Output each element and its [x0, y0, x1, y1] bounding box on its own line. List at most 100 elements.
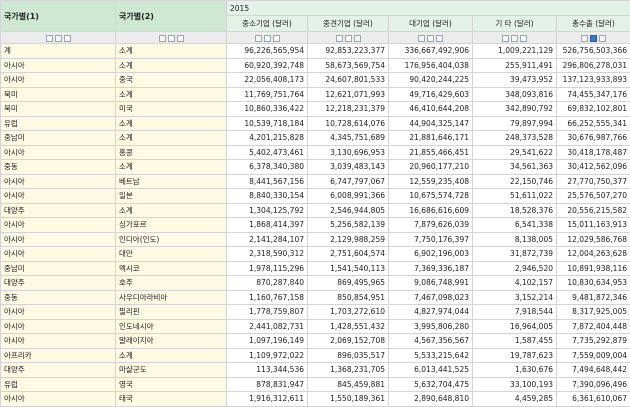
large-value-cell: 7,369,336,187 [389, 261, 473, 276]
sort-desc-icon[interactable] [427, 35, 434, 42]
large-value-cell: 5,533,215,642 [389, 348, 473, 363]
filter-icon[interactable] [520, 35, 527, 42]
sme-value-cell: 5,402,473,461 [227, 145, 308, 160]
midsize-value-cell: 1,428,551,432 [308, 319, 389, 334]
midsize-value-cell: 2,546,944,805 [308, 203, 389, 218]
header-year: 2015 [227, 1, 630, 16]
sort-desc-active-icon[interactable] [590, 35, 597, 42]
table-row: 아시아대만2,318,590,3122,751,604,5746,902,196… [1, 247, 630, 262]
table-row: 아시아인디아(인도)2,141,284,1072,129,988,2597,75… [1, 232, 630, 247]
large-value-cell: 21,855,466,451 [389, 145, 473, 160]
sme-value-cell: 1,868,414,397 [227, 218, 308, 233]
total-value-cell: 8,317,925,005 [557, 305, 630, 320]
sme-value-cell: 10,539,718,184 [227, 116, 308, 131]
sort-asc-icon[interactable] [46, 35, 53, 42]
header-large: 대기업 (달러) [389, 16, 473, 32]
midsize-value-cell: 92,853,223,377 [308, 44, 389, 59]
region-cell: 유럽 [1, 116, 116, 131]
filter-icon[interactable] [177, 35, 184, 42]
total-value-cell: 7,390,096,496 [557, 377, 630, 392]
country-cell: 필리핀 [116, 305, 227, 320]
sort-desc-icon[interactable] [511, 35, 518, 42]
filter-icon[interactable] [354, 35, 361, 42]
other-value-cell: 34,561,363 [473, 160, 557, 175]
table-row: 아시아일본8,840,330,1546,008,991,36610,675,57… [1, 189, 630, 204]
region-cell: 아시아 [1, 145, 116, 160]
filter-icon[interactable] [273, 35, 280, 42]
sme-value-cell: 1,109,972,022 [227, 348, 308, 363]
country-cell: 소계 [116, 160, 227, 175]
sme-value-cell: 11,769,751,764 [227, 87, 308, 102]
total-value-cell: 12,029,586,768 [557, 232, 630, 247]
filter-icon[interactable] [64, 35, 71, 42]
large-value-cell: 21,881,646,171 [389, 131, 473, 146]
sort-asc-icon[interactable] [255, 35, 262, 42]
large-value-cell: 90,420,244,225 [389, 73, 473, 88]
country-cell: 소계 [116, 116, 227, 131]
total-value-cell: 20,556,215,582 [557, 203, 630, 218]
table-row: 아시아소계60,920,392,74858,673,569,754176,956… [1, 58, 630, 73]
sort-asc-icon[interactable] [418, 35, 425, 42]
region-cell: 아시아 [1, 174, 116, 189]
region-cell: 중동 [1, 290, 116, 305]
total-value-cell: 7,494,648,442 [557, 363, 630, 378]
sort-asc-icon[interactable] [581, 35, 588, 42]
total-value-cell: 296,806,278,031 [557, 58, 630, 73]
sort-desc-icon[interactable] [264, 35, 271, 42]
large-value-cell: 12,559,235,408 [389, 174, 473, 189]
sort-desc-icon[interactable] [345, 35, 352, 42]
sort-asc-icon[interactable] [159, 35, 166, 42]
midsize-value-cell: 2,751,604,574 [308, 247, 389, 262]
other-value-cell: 342,890,792 [473, 102, 557, 117]
country-cell: 소계 [116, 203, 227, 218]
country-cell: 멕시코 [116, 261, 227, 276]
midsize-value-cell: 6,008,991,366 [308, 189, 389, 204]
sme-value-cell: 1,978,115,296 [227, 261, 308, 276]
sme-value-cell: 1,160,767,158 [227, 290, 308, 305]
region-cell: 북미 [1, 87, 116, 102]
total-value-cell: 137,123,933,893 [557, 73, 630, 88]
other-value-cell: 2,946,520 [473, 261, 557, 276]
midsize-value-cell: 896,035,517 [308, 348, 389, 363]
table-row: 아시아태국1,916,312,6111,550,189,3612,890,648… [1, 392, 630, 407]
table-row: 대양주마샬군도113,344,5361,368,231,7056,013,441… [1, 363, 630, 378]
sort-controls-row [1, 32, 630, 44]
table-row: 중남미소계4,201,215,8284,345,751,68921,881,64… [1, 131, 630, 146]
filter-icon[interactable] [599, 35, 606, 42]
country-cell: 소계 [116, 348, 227, 363]
sort-asc-icon[interactable] [502, 35, 509, 42]
country-cell: 미국 [116, 102, 227, 117]
other-value-cell: 4,102,157 [473, 276, 557, 291]
other-value-cell: 33,100,193 [473, 377, 557, 392]
other-value-cell: 248,373,528 [473, 131, 557, 146]
total-value-cell: 10,891,938,116 [557, 261, 630, 276]
table-row: 아시아싱가포르1,868,414,3975,256,582,1397,879,6… [1, 218, 630, 233]
other-value-cell: 4,459,285 [473, 392, 557, 407]
other-value-cell: 7,918,544 [473, 305, 557, 320]
sort-desc-icon[interactable] [168, 35, 175, 42]
sme-value-cell: 96,226,565,954 [227, 44, 308, 59]
other-value-cell: 19,787,623 [473, 348, 557, 363]
region-cell: 대양주 [1, 203, 116, 218]
header-sme: 중소기업 (달러) [227, 16, 308, 32]
sme-value-cell: 2,441,082,731 [227, 319, 308, 334]
sort-desc-icon[interactable] [55, 35, 62, 42]
country-cell: 영국 [116, 377, 227, 392]
large-value-cell: 16,686,616,609 [389, 203, 473, 218]
midsize-value-cell: 1,703,272,610 [308, 305, 389, 320]
region-cell: 아시아 [1, 73, 116, 88]
other-value-cell: 1,009,221,129 [473, 44, 557, 59]
header-country-1: 국가별(1) [1, 1, 116, 32]
other-value-cell: 22,150,746 [473, 174, 557, 189]
midsize-value-cell: 10,728,614,076 [308, 116, 389, 131]
midsize-value-cell: 58,673,569,754 [308, 58, 389, 73]
table-row: 아시아말레이지아1,097,196,1492,069,152,7084,567,… [1, 334, 630, 349]
sort-asc-icon[interactable] [336, 35, 343, 42]
large-value-cell: 5,632,704,475 [389, 377, 473, 392]
other-value-cell: 79,897,994 [473, 116, 557, 131]
country-cell: 홍콩 [116, 145, 227, 160]
filter-icon[interactable] [436, 35, 443, 42]
sme-value-cell: 1,097,196,149 [227, 334, 308, 349]
region-cell: 대양주 [1, 276, 116, 291]
region-cell: 아시아 [1, 247, 116, 262]
